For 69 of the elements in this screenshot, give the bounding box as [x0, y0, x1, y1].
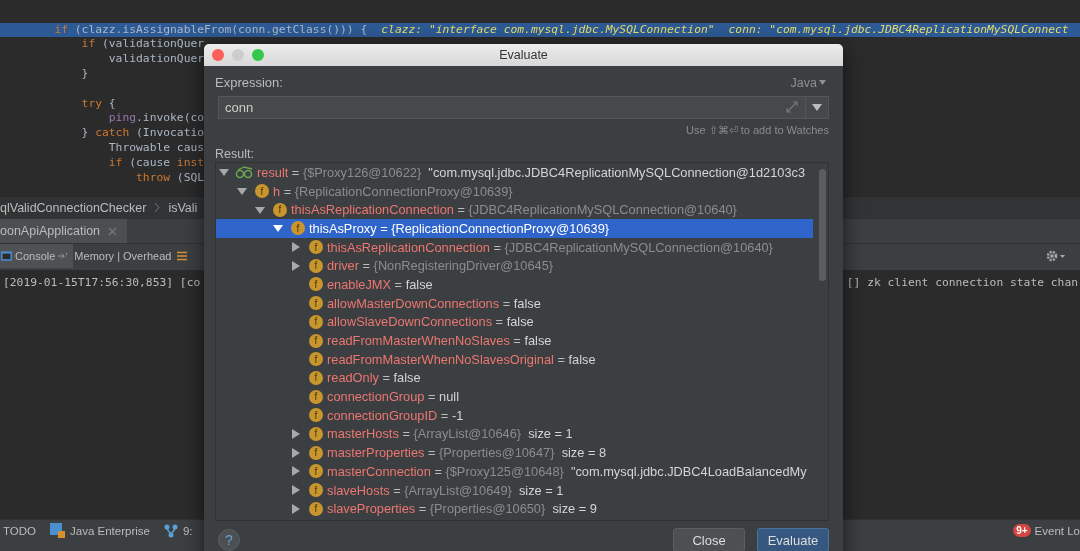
code-line: if (validationQuer: [80, 37, 205, 53]
tree-row[interactable]: f enableJMX = false: [216, 275, 813, 294]
breadcrumb[interactable]: isVali: [168, 200, 198, 215]
tree-row[interactable]: f masterProperties = {Properties@10647} size = 8: [216, 443, 813, 462]
tree-row[interactable]: f thisAsReplicationConnection = {JDBC4ReplicationMySQLConnection@10640}: [216, 200, 813, 220]
field-icon: f: [309, 426, 323, 441]
tool-window-button[interactable]: 9:: [163, 523, 193, 538]
tree-row[interactable]: f readFromMasterWhenNoSlavesOriginal = false: [216, 349, 813, 369]
tree-row[interactable]: f connectionGroup = null: [216, 387, 813, 406]
tree-row[interactable]: f connectionGroupID = -1: [216, 405, 813, 425]
field-icon: f: [309, 445, 323, 460]
result-label: Result:: [215, 147, 255, 161]
field-icon: f: [309, 408, 323, 423]
code-line: if (clazz.isAssignableFrom(conn.getClass())) {: [53, 22, 368, 38]
tree-row[interactable]: f thisAsReplicationConnection = {JDBC4ReplicationMySQLConnection@10640}: [216, 237, 813, 257]
code-line: Throwable caus: [107, 140, 205, 156]
tool-window-button[interactable]: Java Enterprise: [50, 523, 150, 538]
tree-row[interactable]: f driver = {NonRegisteringDriver@10645}: [216, 256, 813, 276]
code-line: validationQuer: [107, 52, 205, 67]
field-icon: f: [273, 202, 287, 217]
close-button[interactable]: Close: [673, 528, 745, 551]
tool-window-button[interactable]: TODO: [3, 524, 36, 537]
field-icon: f: [309, 464, 323, 479]
hint-text: Use ⇧⌘⏎ to add to Watches: [686, 124, 829, 137]
tree-row[interactable]: result = {$Proxy126@10622} "com.mysql.jdbc.JDBC4ReplicationMySQLConnection@1d2103c3: [216, 163, 813, 182]
inline-debug-value: clazz: "interface com.mysql.jdbc.MySQLConnection": [381, 22, 715, 38]
tree-row[interactable]: f slaveHosts = {ArrayList@10649} size = 1: [216, 480, 813, 500]
event-log-button[interactable]: Event Lo: [1034, 524, 1080, 537]
console-tab[interactable]: Console: [0, 244, 74, 268]
field-icon: f: [309, 333, 323, 348]
expression-field[interactable]: conn: [218, 96, 806, 119]
console-line: [2019-01-15T17:56:30,853] [co: [3, 276, 201, 291]
code-line: if (cause inst: [107, 155, 205, 171]
notification-badge: 9+: [1013, 524, 1031, 537]
code-line: } catch (Invocatio: [80, 126, 205, 141]
tree-row[interactable]: f masterHosts = {ArrayList@10646} size = 1: [216, 424, 813, 444]
field-icon: f: [309, 501, 323, 516]
tree-row[interactable]: f readOnly = false: [216, 368, 813, 388]
field-icon: f: [309, 258, 323, 273]
field-icon: f: [309, 370, 323, 385]
field-icon: f: [309, 314, 323, 329]
expression-label: Expression:: [215, 75, 283, 90]
field-icon: f: [309, 389, 323, 404]
tree-row[interactable]: f masterConnection = {$Proxy125@10648} "com.mysql.jdbc.JDBC4LoadBalancedMy: [216, 462, 813, 481]
tree-row[interactable]: f h = {ReplicationConnectionProxy@10639}: [216, 181, 813, 201]
code-line: ping.invoke(co: [107, 111, 205, 127]
field-icon: f: [255, 184, 269, 199]
field-icon: f: [309, 483, 323, 498]
tree-row[interactable]: f readFromMasterWhenNoSlaves = false: [216, 331, 813, 350]
tree-row[interactable]: f slaveProperties = {Properties@10650} size = 9: [216, 499, 813, 519]
field-icon: f: [309, 296, 323, 311]
tree-row[interactable]: f allowSlaveDownConnections = false: [216, 312, 813, 332]
language-selector[interactable]: Java: [790, 75, 826, 90]
code-line: try {: [80, 96, 116, 112]
console-tab[interactable]: Memory | Overhead: [73, 244, 176, 268]
code-line: }: [80, 67, 89, 82]
field-icon: f: [309, 277, 323, 292]
code-line: throw (SQL: [135, 170, 205, 186]
run-tab[interactable]: oonApiApplication: [0, 219, 128, 243]
field-icon: f: [309, 352, 323, 367]
breadcrumb[interactable]: qlValidConnectionChecker: [0, 200, 147, 215]
evaluate-button[interactable]: Evaluate: [757, 528, 829, 551]
tree-row[interactable]: f allowMasterDownConnections = false: [216, 293, 813, 313]
field-icon: f: [291, 221, 305, 236]
tree-row[interactable]: f thisAsProxy = {ReplicationConnectionProxy@10639}: [216, 219, 813, 238]
console-line: [] zk client connection state chan: [846, 276, 1078, 291]
inline-debug-value: conn: "com.mysql.jdbc.JDBC4ReplicationMySQLConnect: [728, 22, 1069, 38]
dialog-title: Evaluate: [499, 48, 548, 62]
field-icon: f: [309, 240, 323, 255]
